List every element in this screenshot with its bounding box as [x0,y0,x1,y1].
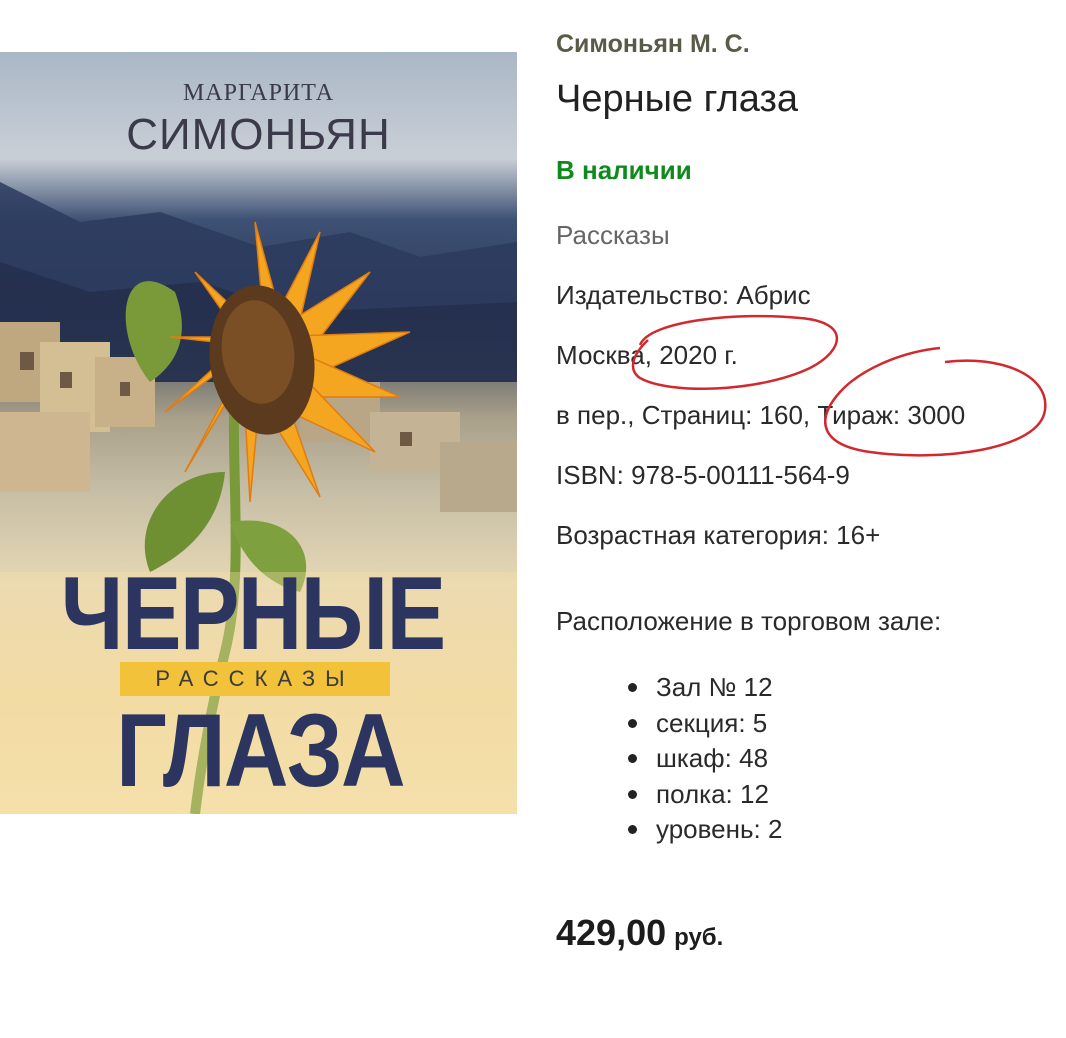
cover-title-line2: ГЛАЗА [116,693,406,809]
isbn-info: ISBN: 978-5-00111-564-9 [556,460,850,490]
location-item: полка: 12 [556,777,782,813]
location-item: Зал № 12 [556,670,782,706]
book-cover-image: МАРГАРИТА СИМОНЬЯН ЧЕРНЫЕ РАССКАЗЫ ГЛАЗА [0,52,517,814]
pages-print-run-info: в пер., Страниц: 160, Тираж: 3000 [556,400,966,430]
location-heading: Расположение в торговом зале: [556,606,942,636]
availability-status: В наличии [556,155,692,185]
cover-author-first-name: МАРГАРИТА [182,80,335,106]
location-item: шкаф: 48 [556,741,782,777]
location-item: уровень: 2 [556,812,782,848]
location-list: Зал № 12 секция: 5 шкаф: 48 полка: 12 ур… [556,670,782,848]
bullet-icon [628,718,637,728]
city-year-info: Москва, 2020 г. [556,340,738,370]
cover-title-line1: ЧЕРНЫЕ [60,556,446,672]
genre-link[interactable]: Рассказы [556,220,670,251]
age-category-info: Возрастная категория: 16+ [556,520,881,550]
publisher-info: Издательство: Абрис [556,280,811,310]
bullet-icon [628,683,637,692]
bullet-icon [628,825,637,834]
bullet-icon [628,754,637,763]
cover-author-last-name: СИМОНЬЯН [126,110,391,159]
price-currency: руб. [674,924,724,951]
location-item: секция: 5 [556,706,782,742]
cover-subtitle: РАССКАЗЫ [120,662,390,696]
book-title: Черные глаза [556,78,799,120]
book-author-link[interactable]: Симоньян М. С. [556,30,750,59]
bullet-icon [628,789,637,799]
price: 429,00 руб. [556,912,723,954]
price-amount: 429,00 [556,912,667,953]
